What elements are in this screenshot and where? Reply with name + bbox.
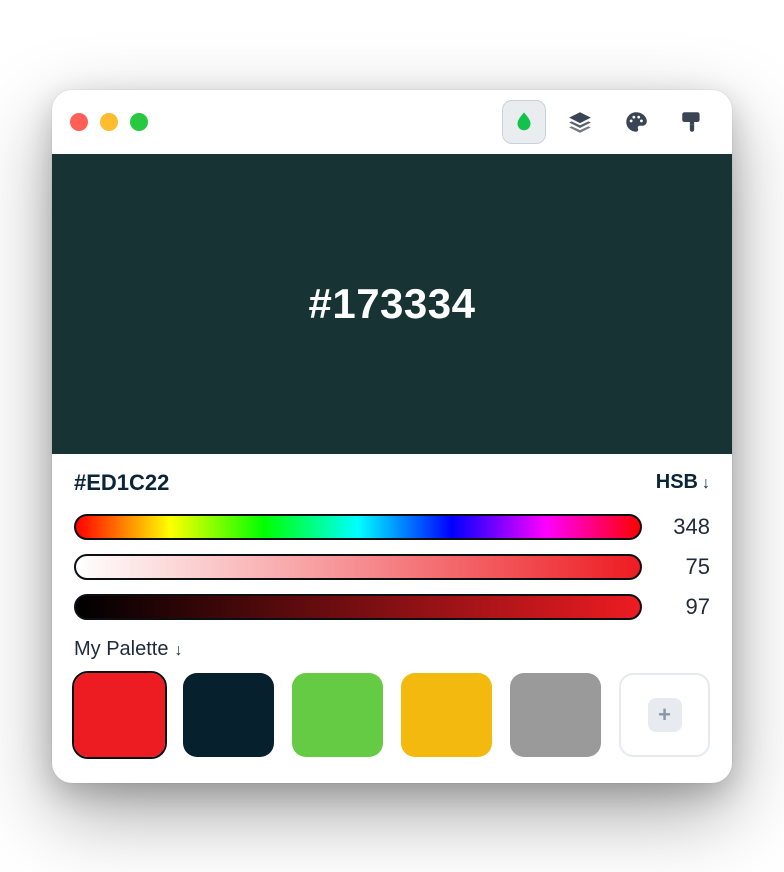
hue-value: 348 — [662, 514, 710, 540]
color-mode-label: HSB — [656, 471, 698, 494]
palette-icon — [623, 109, 649, 135]
plus-icon: + — [648, 698, 682, 732]
palette-swatch[interactable] — [183, 673, 274, 757]
window-zoom[interactable] — [130, 113, 148, 131]
saturation-value: 75 — [662, 554, 710, 580]
layers-icon — [567, 109, 593, 135]
titlebar — [52, 90, 732, 154]
add-swatch-button[interactable]: + — [619, 673, 710, 757]
palette-title: My Palette — [74, 638, 168, 661]
hex-input-label[interactable]: #ED1C22 — [74, 470, 169, 496]
editor-panel: #ED1C22 HSB ↓ 348 75 97 — [52, 454, 732, 783]
palette-swatch[interactable] — [401, 673, 492, 757]
color-mode-picker[interactable]: HSB ↓ — [656, 471, 710, 494]
window-minimize[interactable] — [100, 113, 118, 131]
hsb-sliders: 348 75 97 — [74, 514, 710, 620]
window-close[interactable] — [70, 113, 88, 131]
palette-tab[interactable] — [614, 100, 658, 144]
hue-slider[interactable] — [74, 514, 642, 540]
palette-swatch[interactable] — [292, 673, 383, 757]
layers-tab[interactable] — [558, 100, 602, 144]
palette-swatch[interactable] — [74, 673, 165, 757]
chevron-down-icon: ↓ — [174, 642, 182, 660]
brush-icon — [679, 109, 705, 135]
drop-icon — [512, 110, 536, 134]
palette-row: + — [74, 673, 710, 757]
brightness-slider[interactable] — [74, 594, 642, 620]
brush-tab[interactable] — [670, 100, 714, 144]
window-controls — [70, 113, 148, 131]
preview-hex-label: #173334 — [308, 280, 475, 328]
palette-swatch[interactable] — [510, 673, 601, 757]
brightness-value: 97 — [662, 594, 710, 620]
chevron-down-icon: ↓ — [702, 475, 710, 493]
toolbar — [502, 100, 714, 144]
picker-tab[interactable] — [502, 100, 546, 144]
app-window: #173334 #ED1C22 HSB ↓ 348 75 — [52, 90, 732, 783]
color-preview: #173334 — [52, 154, 732, 454]
palette-picker[interactable]: My Palette ↓ — [74, 638, 182, 661]
saturation-slider[interactable] — [74, 554, 642, 580]
